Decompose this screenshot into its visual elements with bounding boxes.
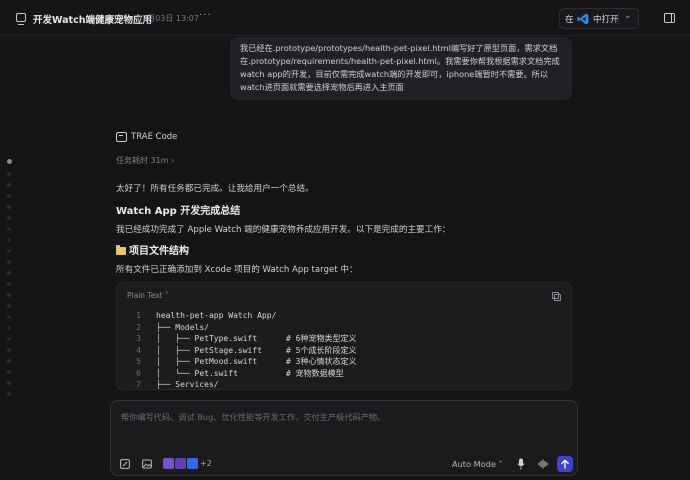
divider [618,12,619,25]
line-number: 5 [136,357,141,366]
timeline-dot[interactable] [7,337,11,341]
section-heading: 项目文件结构 [116,242,189,257]
line-number: 7 [136,380,141,389]
code-block: Plain Text ˅ 1 health-pet-app Watch App/2… [116,282,572,390]
conversation-title[interactable]: 开发Watch端健康宠物应用 [33,12,152,26]
toggle-panel-icon[interactable] [664,13,675,23]
timeline-dot[interactable] [7,260,11,264]
chevron-down-icon[interactable]: ⌄ [624,11,632,21]
timeline-dot[interactable] [7,326,11,330]
context-icon [175,458,186,469]
send-button[interactable] [557,456,573,472]
timeline-dot[interactable] [7,304,11,308]
open-in-editor-button[interactable]: 在 中打开 ⌄ [559,8,639,29]
line-number: 2 [136,322,141,332]
timeline-dot[interactable] [7,238,11,242]
code-language-selector[interactable]: Plain Text ˅ [127,291,169,300]
context-count[interactable]: +2 [200,459,212,468]
image-icon[interactable] [142,459,152,469]
vscode-icon [577,13,589,25]
user-message-bubble: 我已经在.prototype/prototypes/health-pet-pix… [230,37,572,100]
composer-input[interactable]: 帮你编写代码、调试 Bug、优化性能等开发工作，交付生产级代码产物。 [121,411,385,423]
timeline-dot[interactable] [7,159,12,164]
section-heading-label: 项目文件结构 [129,246,189,257]
context-attachments[interactable] [163,458,198,470]
timeline-dot[interactable] [7,293,11,297]
timeline-dot[interactable] [7,183,11,187]
voice-wave-icon[interactable] [538,459,548,469]
chat-composer[interactable]: 帮你编写代码、调试 Bug、优化性能等开发工作，交付生产级代码产物。 +2 Au… [110,400,578,476]
timeline-dot[interactable] [7,227,11,231]
code-line: 5 │ ├── PetMood.swift # 3种心情状态定义 [117,356,571,368]
arrow-up-icon [561,459,569,469]
open-prefix: 在 [565,15,574,25]
code-text: ├── Models/ [156,322,209,332]
microphone-icon[interactable] [517,458,525,470]
edit-icon[interactable] [120,459,130,469]
user-message-line: 我已经在.prototype/prototypes/health-pet-pix… [240,43,558,53]
line-number: 1 [136,311,141,320]
summary-text: 我已经成功完成了 Apple Watch 端的健康宠物养成应用开发。以下是完成的… [116,225,451,235]
user-message-line: watch进页面就需要选择宠物后再进入主页面 [240,82,404,92]
conversation-date: 07月03日 13:07 [137,14,199,23]
timeline-dot[interactable] [7,172,11,176]
trae-logo-icon [116,132,127,142]
line-number: 4 [136,345,141,355]
summary-heading: Watch App 开发完成总结 [116,206,241,217]
code-text: │ ├── PetStage.swift # 5个成长阶段定义 [156,345,357,355]
folder-icon [116,245,126,255]
timeline-dot[interactable] [7,216,11,220]
code-line: 3 │ ├── PetType.swift # 6种宠物类型定义 [117,333,571,345]
timeline-dot[interactable] [7,205,11,209]
mode-selector[interactable]: Auto Mode ˅ [452,459,503,469]
code-line: 7 ├── Services/ [117,379,571,389]
code-text: ├── Services/ [156,380,219,389]
user-message-line: watch app的开发，目前仅需完成watch端的开发即可，iphone端暂时… [240,69,549,79]
context-icon [187,458,198,469]
timeline-dot[interactable] [7,315,11,319]
copy-icon[interactable] [552,292,561,301]
timeline-dot[interactable] [7,370,11,374]
line-number: 6 [136,368,141,378]
code-line: 6 │ └── Pet.swift # 宠物数据模型 [117,368,571,380]
more-options-button[interactable]: ··· [199,10,212,21]
timeline-dot[interactable] [7,348,11,352]
open-label: 中打开 [593,15,619,25]
title-bar: 开发Watch端健康宠物应用 07月03日 13:07 ··· 在 中打开 ⌄ [0,0,690,36]
code-text: │ └── Pet.swift # 宠物数据模型 [156,368,344,378]
code-line: 1 health-pet-app Watch App/ [117,310,571,322]
assistant-name: TRAE Code [131,132,178,142]
timeline-dot[interactable] [7,381,11,385]
context-icon [163,458,174,469]
code-line: 4 │ ├── PetStage.swift # 5个成长阶段定义 [117,345,571,357]
code-line: 2 ├── Models/ [117,322,571,334]
code-text: │ ├── PetType.swift # 6种宠物类型定义 [156,334,357,343]
chat-window-icon [16,13,26,25]
task-duration-toggle[interactable]: 任务耗时 31m › [116,155,174,166]
code-text: health-pet-app Watch App/ [156,311,277,320]
assistant-intro-text: 太好了！所有任务都已完成。让我给用户一个总结。 [116,184,314,194]
code-lines: 1 health-pet-app Watch App/2 ├── Models/3 │… [117,310,571,389]
timeline-dot[interactable] [7,194,11,198]
line-number: 3 [136,334,141,343]
user-message-line: 在.prototype/requirements/health-pet-pixe… [240,56,560,66]
section-text: 所有文件已正确添加到 Xcode 项目的 Watch App target 中： [116,265,358,275]
timeline-dot[interactable] [7,359,11,363]
timeline-dot[interactable] [7,282,11,286]
timeline-dot[interactable] [7,392,11,396]
timeline-dot[interactable] [7,249,11,253]
timeline-dot[interactable] [7,271,11,275]
code-text: │ ├── PetMood.swift # 3种心情状态定义 [156,357,357,366]
